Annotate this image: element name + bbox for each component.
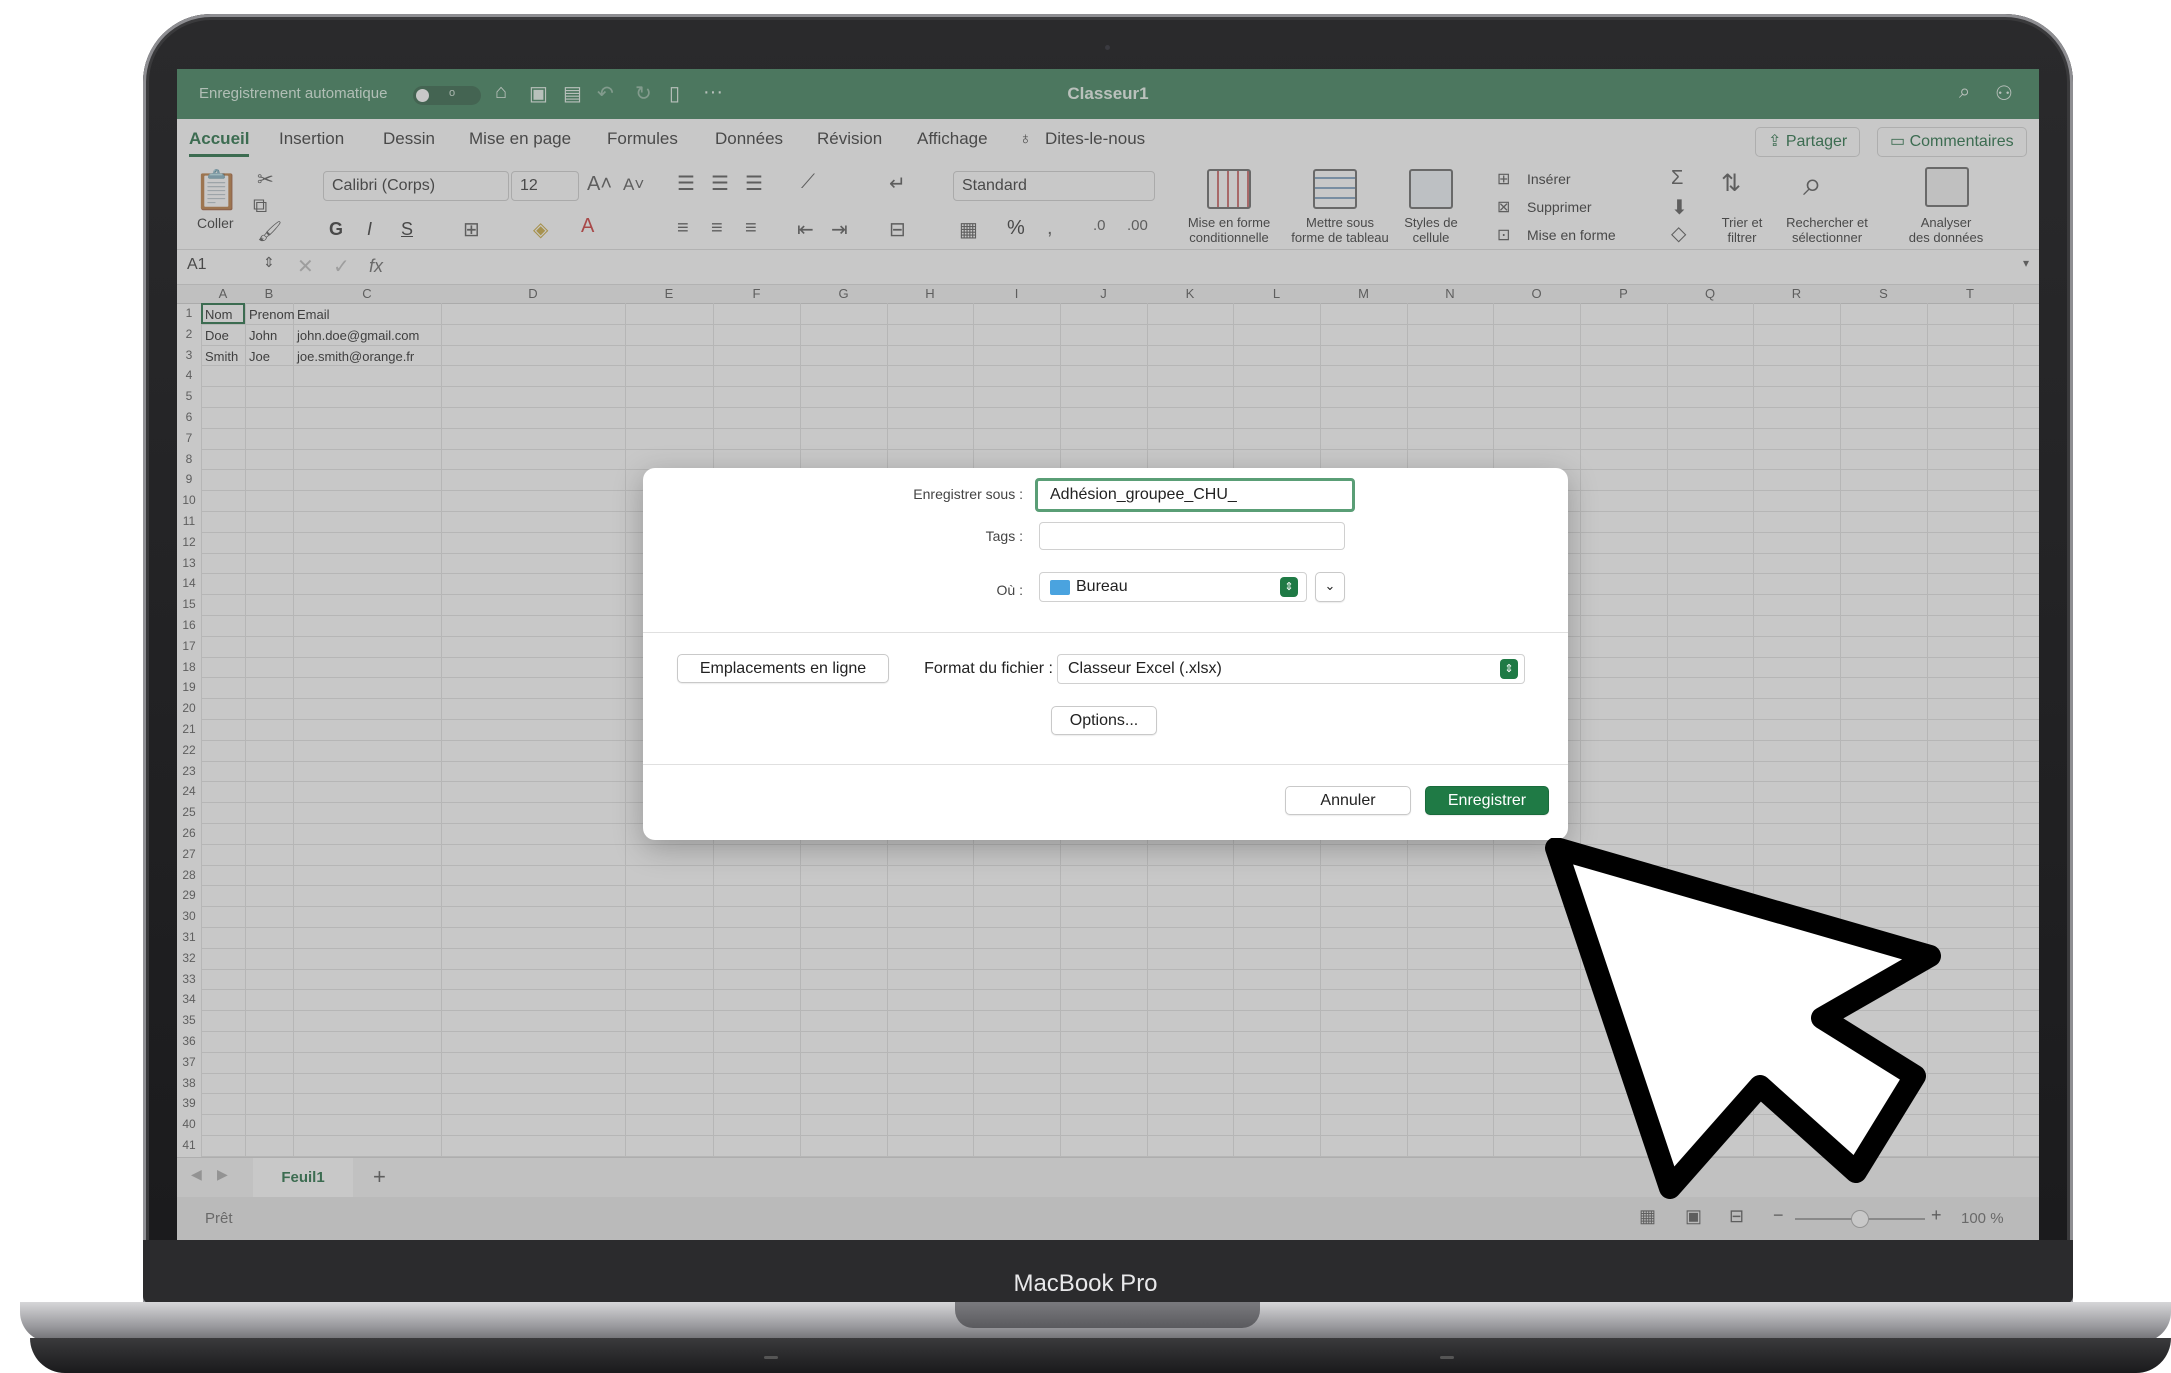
where-label: Où : [996, 582, 1023, 598]
save-as-input[interactable]: Adhésion_groupee_CHU_ [1035, 478, 1355, 512]
where-stepper-icon: ⇕ [1280, 577, 1298, 597]
laptop-lid-notch [955, 1302, 1260, 1328]
cancel-button[interactable]: Annuler [1285, 786, 1411, 815]
webcam [1105, 45, 1110, 50]
where-value: Bureau [1076, 578, 1128, 595]
file-format-select[interactable]: Classeur Excel (.xlsx) ⇕ [1057, 654, 1525, 684]
expand-dialog-button[interactable]: ⌄ [1315, 572, 1345, 602]
options-button[interactable]: Options... [1051, 706, 1157, 735]
file-format-stepper-icon: ⇕ [1500, 659, 1518, 679]
laptop-base-edge [30, 1338, 2171, 1373]
file-format-value: Classeur Excel (.xlsx) [1068, 660, 1222, 677]
mouse-cursor-icon [1545, 838, 1941, 1199]
laptop-foot [764, 1356, 778, 1359]
laptop-foot [1440, 1356, 1454, 1359]
device-brand-label: MacBook Pro [1013, 1270, 1158, 1297]
save-dialog: Enregistrer sous : Adhésion_groupee_CHU_… [643, 468, 1568, 840]
online-locations-button[interactable]: Emplacements en ligne [677, 654, 889, 683]
save-button[interactable]: Enregistrer [1425, 786, 1549, 815]
dialog-separator-2 [643, 764, 1568, 765]
dialog-separator-1 [643, 632, 1568, 633]
where-select[interactable]: Bureau ⇕ [1039, 572, 1307, 602]
tags-input[interactable] [1039, 522, 1345, 550]
tags-label: Tags : [985, 528, 1023, 544]
save-as-value: Adhésion_groupee_CHU_ [1050, 486, 1237, 503]
file-format-label: Format du fichier : [924, 660, 1053, 677]
save-as-label: Enregistrer sous : [913, 486, 1023, 502]
folder-icon [1050, 580, 1070, 595]
